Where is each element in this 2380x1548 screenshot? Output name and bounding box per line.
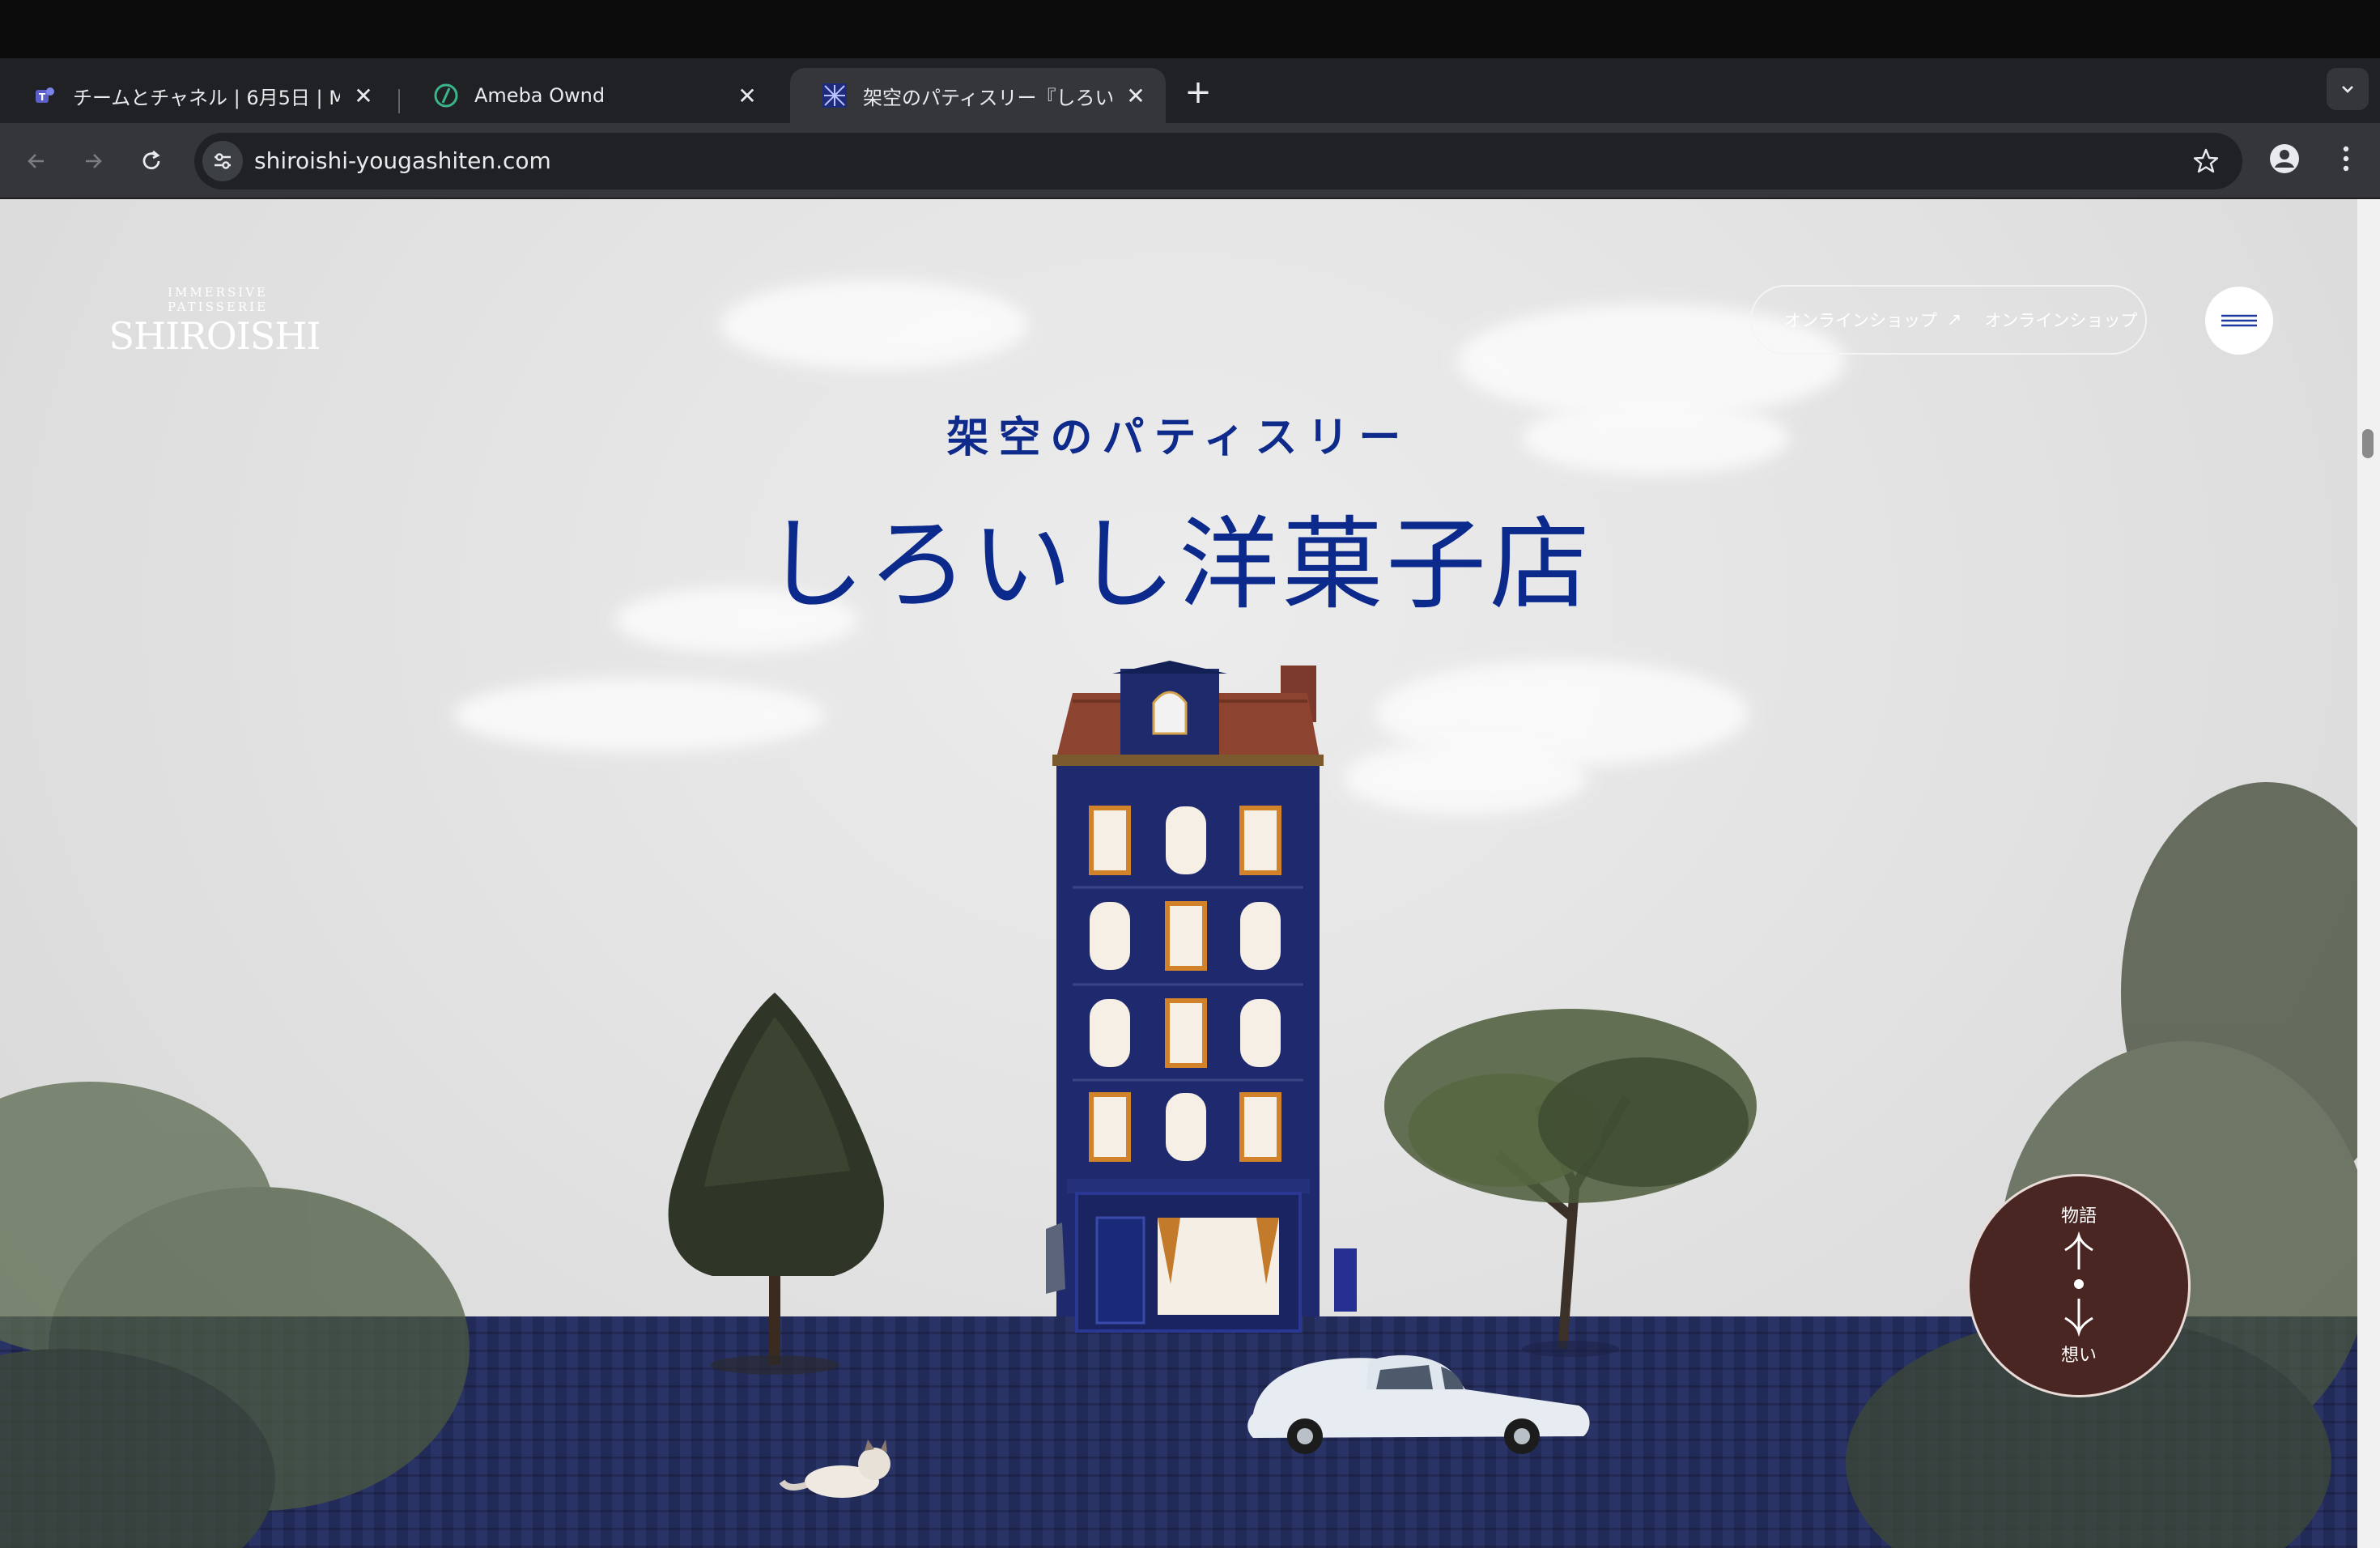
forward-button[interactable] [74,142,112,180]
tab-search-button[interactable] [2327,68,2369,110]
teams-icon: T [32,83,57,108]
tab-ameba-ownd[interactable]: Ameba Ownd ✕ [402,68,777,123]
page-scrollbar[interactable] [2357,199,2380,1548]
story-nav-bottom-label: 想い [2060,1346,2097,1366]
os-top-bar [0,0,2380,58]
chevron-down-icon [2342,86,2353,93]
close-icon[interactable]: ✕ [735,83,759,109]
vintage-car [1247,1354,1590,1454]
tab-divider [398,89,400,113]
patisserie-building [1046,661,1357,1333]
shiroishi-favicon [822,83,847,108]
tab-title: Ameba Ownd [474,84,606,107]
tab-shiroishi[interactable]: 架空のパティスリー『しろいし洋 ✕ [790,68,1166,123]
pine-tree [668,993,884,1375]
page-viewport: IMMERSIVE PATISSERIE SHIROISHI オンラインショップ… [0,199,2357,1548]
up-down-arrows-icon [2064,1231,2093,1337]
cat [779,1440,890,1498]
story-scroll-navigator[interactable]: 物語 想い [1967,1174,2191,1397]
story-nav-top-label: 物語 [2060,1206,2097,1227]
close-icon[interactable]: ✕ [351,83,376,109]
tab-title: 架空のパティスリー『しろいし洋 [863,86,1112,109]
back-arrow-icon [28,154,44,168]
scrollbar-thumb[interactable] [2362,429,2374,458]
tab-title: チームとチャネル | 6月5日 | Mic [73,86,340,109]
browser-menu-icon[interactable] [2328,141,2364,176]
profile-avatar-icon[interactable] [2267,141,2302,176]
browser-toolbar: shiroishi-yougashiten.com [0,123,2380,199]
site-info-button[interactable] [202,141,243,181]
bookmark-star-icon[interactable] [2191,146,2221,176]
url-text[interactable]: shiroishi-yougashiten.com [254,147,551,174]
address-bar[interactable]: shiroishi-yougashiten.com [194,133,2242,189]
reload-button[interactable] [133,142,170,180]
tune-icon [215,153,231,169]
tab-teams[interactable]: T チームとチャネル | 6月5日 | Mic ✕ [0,68,393,123]
back-button[interactable] [18,142,55,180]
reload-icon [142,150,160,170]
deciduous-tree [1384,1009,1757,1357]
new-tab-button[interactable]: + [1180,74,1216,111]
ameba-ownd-icon [434,83,458,108]
close-icon[interactable]: ✕ [1124,83,1148,109]
svg-text:T: T [39,91,46,103]
forward-arrow-icon [86,154,102,168]
